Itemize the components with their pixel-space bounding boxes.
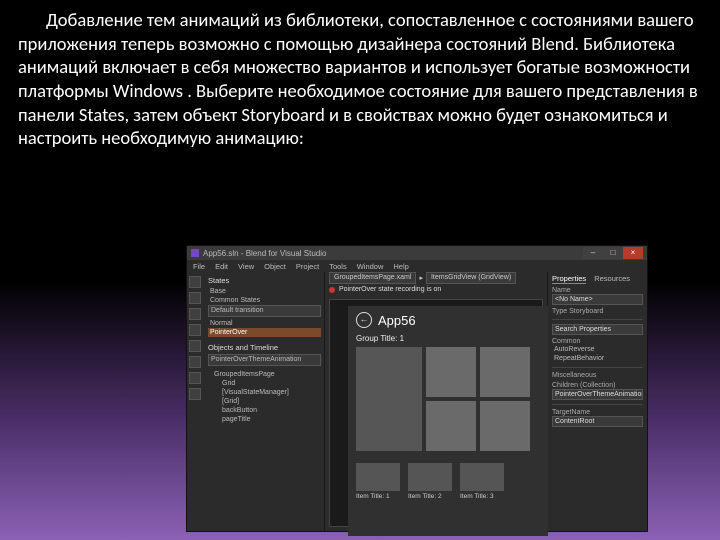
workspace: States Base Common States Default transi…	[187, 272, 647, 531]
tile-3[interactable]	[426, 401, 476, 451]
objects-panel-header[interactable]: Objects and Timeline	[208, 343, 321, 352]
state-base[interactable]: Base	[208, 287, 321, 296]
tree-backbutton[interactable]: backButton	[208, 406, 321, 415]
tile-1[interactable]	[426, 347, 476, 397]
tab-properties[interactable]: Properties	[552, 274, 586, 284]
menu-window[interactable]: Window	[357, 262, 384, 271]
category-misc[interactable]: Miscellaneous	[552, 372, 643, 379]
item-title: Item Title: 2	[408, 493, 452, 500]
list-item[interactable]: Item Title: 1	[356, 463, 400, 500]
window-controls: – □ ×	[583, 247, 643, 259]
tool-zoom-icon[interactable]	[189, 308, 201, 320]
children-label: Children (Collection)	[552, 382, 643, 389]
preview-title: App56	[378, 313, 416, 328]
prop-autoreverse[interactable]: AutoReverse	[552, 345, 643, 354]
slide-body-text: Добавление тем анимаций из библиотеки, с…	[0, 0, 720, 150]
item-title: Item Title: 1	[356, 493, 400, 500]
properties-panel: Properties Resources Name <No Name> Type…	[547, 272, 647, 531]
name-field[interactable]: <No Name>	[552, 294, 643, 305]
back-button-icon[interactable]: ←	[356, 312, 372, 328]
states-panel-header[interactable]: States	[208, 276, 321, 285]
preview-grid	[348, 347, 548, 451]
tree-innergrid[interactable]: [Grid]	[208, 397, 321, 406]
list-item[interactable]: Item Title: 2	[408, 463, 452, 500]
prop-repeat[interactable]: RepeatBehavior	[552, 354, 643, 363]
crumb-scope[interactable]: ItemsGridView (GridView)	[426, 272, 516, 284]
item-thumb	[460, 463, 504, 491]
tree-grid[interactable]: Grid	[208, 379, 321, 388]
list-item[interactable]: Item Title: 3	[460, 463, 504, 500]
maximize-button[interactable]: □	[603, 247, 623, 259]
breadcrumb: GroupedItemsPage.xaml ▸ ItemsGridView (G…	[325, 272, 547, 284]
tool-text-icon[interactable]	[189, 356, 201, 368]
item-thumb	[356, 463, 400, 491]
state-pointerover[interactable]: PointerOver	[208, 328, 321, 337]
tree-pagetitle[interactable]: pageTitle	[208, 415, 321, 424]
design-surface[interactable]: ← App56 Group Title: 1	[329, 299, 543, 527]
menu-file[interactable]: File	[193, 262, 205, 271]
separator	[552, 367, 643, 368]
targetname-label: TargetName	[552, 409, 643, 416]
tile-4[interactable]	[480, 401, 530, 451]
recording-text: PointerOver state recording is on	[339, 286, 441, 293]
preview-group-title: Group Title: 1	[348, 334, 548, 347]
titlebar[interactable]: App56.sln - Blend for Visual Studio – □ …	[187, 246, 647, 260]
menu-tools[interactable]: Tools	[329, 262, 347, 271]
tab-resources[interactable]: Resources	[594, 274, 630, 284]
menu-object[interactable]: Object	[264, 262, 286, 271]
category-common[interactable]: Common	[552, 338, 643, 345]
state-recording-bar: PointerOver state recording is on	[325, 284, 547, 295]
toolbox	[187, 272, 205, 531]
separator	[552, 404, 643, 405]
left-panels: States Base Common States Default transi…	[205, 272, 325, 531]
crumb-file[interactable]: GroupedItemsPage.xaml	[329, 272, 416, 284]
storyboard-dropdown[interactable]: PointerOverThemeAnimation	[208, 354, 321, 366]
default-transition[interactable]: Default transition	[208, 305, 321, 317]
search-properties[interactable]: Search Properties	[552, 324, 643, 335]
chevron-icon: ▸	[419, 274, 423, 282]
state-group[interactable]: Common States	[208, 296, 321, 305]
close-button[interactable]: ×	[623, 247, 643, 259]
type-label: Type Storyboard	[552, 308, 643, 315]
panel-tabs: Properties Resources	[552, 274, 643, 284]
blend-window: App56.sln - Blend for Visual Studio – □ …	[186, 245, 648, 532]
children-field[interactable]: PointerOverThemeAnimation	[552, 389, 643, 400]
separator	[552, 319, 643, 320]
tool-rect-icon[interactable]	[189, 340, 201, 352]
window-title: App56.sln - Blend for Visual Studio	[203, 249, 579, 258]
tool-brush-icon[interactable]	[189, 324, 201, 336]
design-surface-area: GroupedItemsPage.xaml ▸ ItemsGridView (G…	[325, 272, 547, 531]
menu-help[interactable]: Help	[393, 262, 408, 271]
tool-hand-icon[interactable]	[189, 292, 201, 304]
tool-grid-icon[interactable]	[189, 372, 201, 384]
preview-header: ← App56	[348, 306, 548, 334]
tree-vsm[interactable]: [VisualStateManager]	[208, 388, 321, 397]
tile-2[interactable]	[480, 347, 530, 397]
preview-page: ← App56 Group Title: 1	[348, 306, 548, 536]
slide: Добавление тем анимаций из библиотеки, с…	[0, 0, 720, 540]
object-tree: GroupedItemsPage Grid [VisualStateManage…	[208, 370, 321, 424]
item-title: Item Title: 3	[460, 493, 504, 500]
item-thumb	[408, 463, 452, 491]
menu-project[interactable]: Project	[296, 262, 319, 271]
minimize-button[interactable]: –	[583, 247, 603, 259]
targetname-field[interactable]: ContentRoot	[552, 416, 643, 427]
tree-page[interactable]: GroupedItemsPage	[208, 370, 321, 379]
name-label: Name	[552, 287, 643, 294]
tool-asset-icon[interactable]	[189, 388, 201, 400]
menubar: File Edit View Object Project Tools Wind…	[187, 260, 647, 272]
record-icon	[329, 287, 335, 293]
blend-app-icon	[191, 249, 199, 257]
state-normal[interactable]: Normal	[208, 319, 321, 328]
tool-pointer-icon[interactable]	[189, 276, 201, 288]
preview-items-row: Item Title: 1 Item Title: 2 Item Title: …	[348, 451, 548, 500]
menu-edit[interactable]: Edit	[215, 262, 228, 271]
tile-large[interactable]	[356, 347, 422, 451]
menu-view[interactable]: View	[238, 262, 254, 271]
